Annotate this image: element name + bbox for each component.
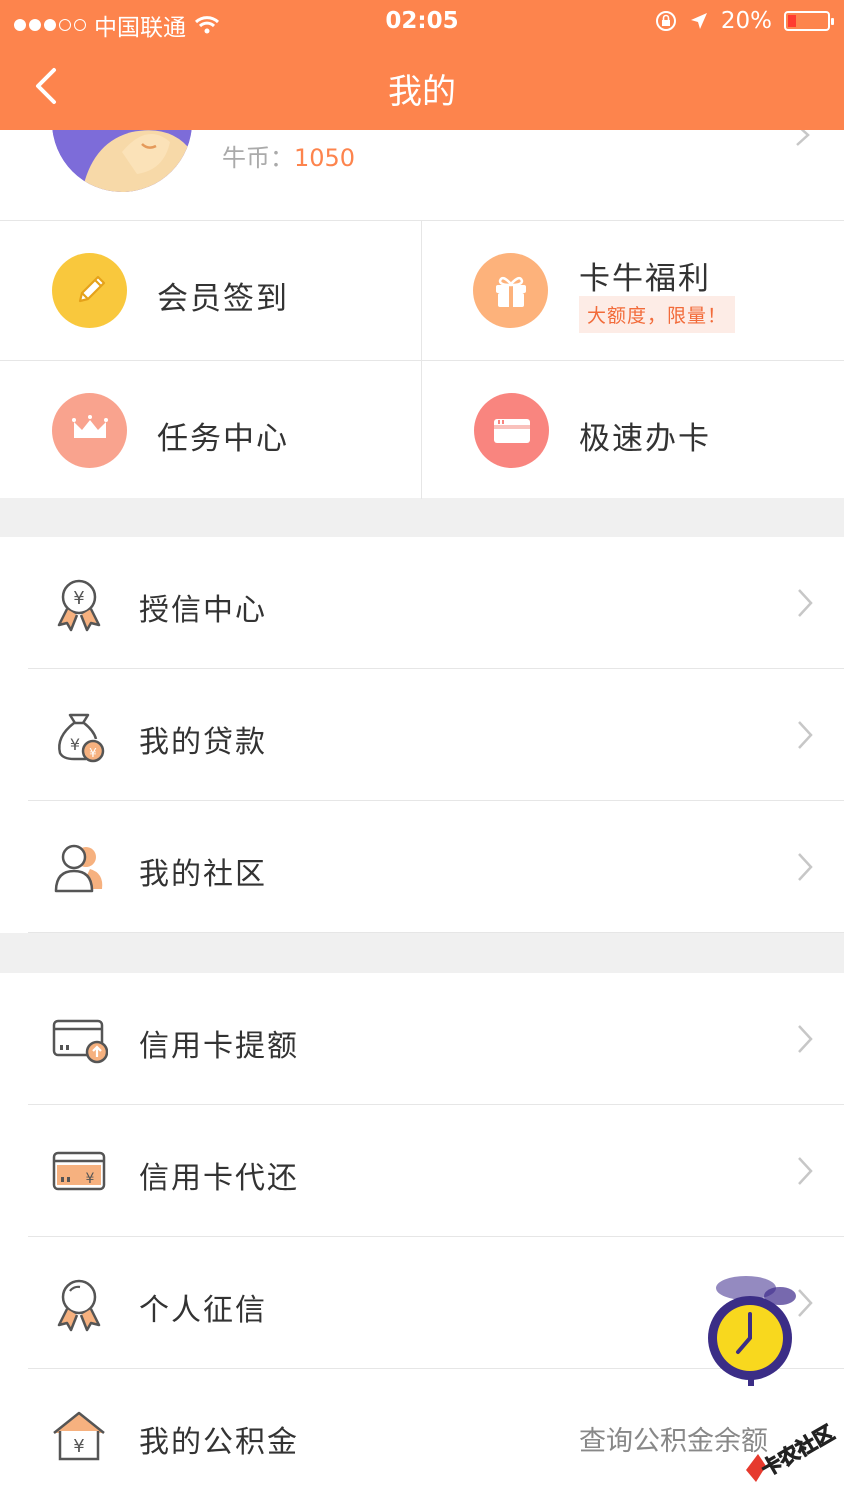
rotation-lock-icon [655, 11, 676, 31]
watermark-text: 卡农社区 [757, 1420, 838, 1481]
kaniu-welfare-label: 卡牛福利 [579, 261, 711, 297]
card-services-section: 信用卡提额 ¥ 信用卡代还 个人征信 ¥ 我的公积金 查询公积金余额 [0, 973, 844, 1500]
money-bag-icon: ¥ ¥ [58, 713, 105, 763]
status-bar: 中国联通 02:05 20% [0, 0, 844, 44]
location-icon [690, 13, 707, 29]
watermark-logo: 卡农社区 [742, 1410, 842, 1490]
coins-display: 牛币：1050 [222, 138, 355, 173]
top-bar: 中国联通 02:05 20% 我的 [0, 0, 844, 130]
coins-label: 牛币： [222, 144, 294, 172]
fast-card-apply-button[interactable]: 极速办卡 [422, 361, 843, 500]
chevron-right-icon [798, 853, 813, 881]
kaniu-welfare-button[interactable]: 卡牛福利 [422, 221, 843, 360]
users-icon [54, 844, 103, 893]
credit-center-label: 授信中心 [139, 593, 267, 628]
battery-percent: 20% [720, 8, 772, 34]
quick-action-grid: 会员签到 卡牛福利 大额度，限量！ 任务中心 极速办卡 [0, 220, 844, 500]
my-community-item[interactable]: 我的社区 [0, 801, 844, 933]
housing-fund-note: 查询公积金余额 [579, 1426, 768, 1457]
task-center-label: 任务中心 [157, 421, 289, 457]
page-title: 我的 [388, 72, 456, 112]
member-checkin-label: 会员签到 [157, 281, 289, 317]
housing-fund-item[interactable]: ¥ 我的公积金 查询公积金余额 [0, 1369, 844, 1500]
housing-fund-label: 我的公积金 [139, 1425, 299, 1460]
credit-card-icon [474, 393, 549, 468]
my-loans-label: 我的贷款 [139, 725, 267, 760]
alarm-clock-icon [708, 1276, 796, 1386]
svg-text:¥: ¥ [70, 735, 80, 754]
svg-text:¥: ¥ [89, 746, 97, 760]
profile-card[interactable]: 牛币：1050 [0, 130, 844, 220]
credit-limit-increase-label: 信用卡提额 [139, 1029, 299, 1064]
card-repayment-label: 信用卡代还 [139, 1161, 299, 1196]
chevron-right-icon [796, 130, 810, 146]
avatar[interactable] [52, 130, 192, 192]
credit-limit-increase-item[interactable]: 信用卡提额 [0, 973, 844, 1105]
coins-value: 1050 [294, 144, 356, 172]
personal-credit-report-label: 个人征信 [139, 1293, 267, 1328]
credit-center-item[interactable]: ¥ 授信中心 [0, 537, 844, 669]
chevron-right-icon [798, 589, 813, 617]
award-yen-icon: ¥ [57, 579, 101, 632]
svg-text:¥: ¥ [86, 1171, 95, 1187]
my-community-label: 我的社区 [139, 857, 267, 892]
task-center-button[interactable]: 任务中心 [0, 361, 421, 500]
award-icon [57, 1279, 101, 1332]
chevron-right-icon [798, 1025, 813, 1053]
chevron-right-icon [798, 721, 813, 749]
alarm-clock-float-button[interactable] [700, 1268, 800, 1388]
chevron-right-icon [798, 1157, 813, 1185]
crown-icon [52, 393, 127, 468]
svg-text:¥: ¥ [73, 1436, 84, 1457]
svg-text:¥: ¥ [73, 588, 84, 609]
fast-card-apply-label: 极速办卡 [579, 421, 711, 457]
grid-divider [0, 360, 844, 361]
card-upgrade-icon [52, 1019, 108, 1064]
card-yen-icon: ¥ [52, 1151, 106, 1191]
welfare-promo-badge: 大额度，限量！ [579, 296, 736, 333]
battery-icon [784, 11, 834, 31]
pencil-icon [52, 253, 127, 328]
gift-icon [473, 253, 548, 328]
my-loans-item[interactable]: ¥ ¥ 我的贷款 [0, 669, 844, 801]
card-repayment-item[interactable]: ¥ 信用卡代还 [0, 1105, 844, 1237]
account-section: ¥ 授信中心 ¥ ¥ 我的贷款 我的社区 [0, 537, 844, 933]
member-checkin-button[interactable]: 会员签到 [0, 221, 421, 360]
house-yen-icon: ¥ [53, 1411, 105, 1461]
